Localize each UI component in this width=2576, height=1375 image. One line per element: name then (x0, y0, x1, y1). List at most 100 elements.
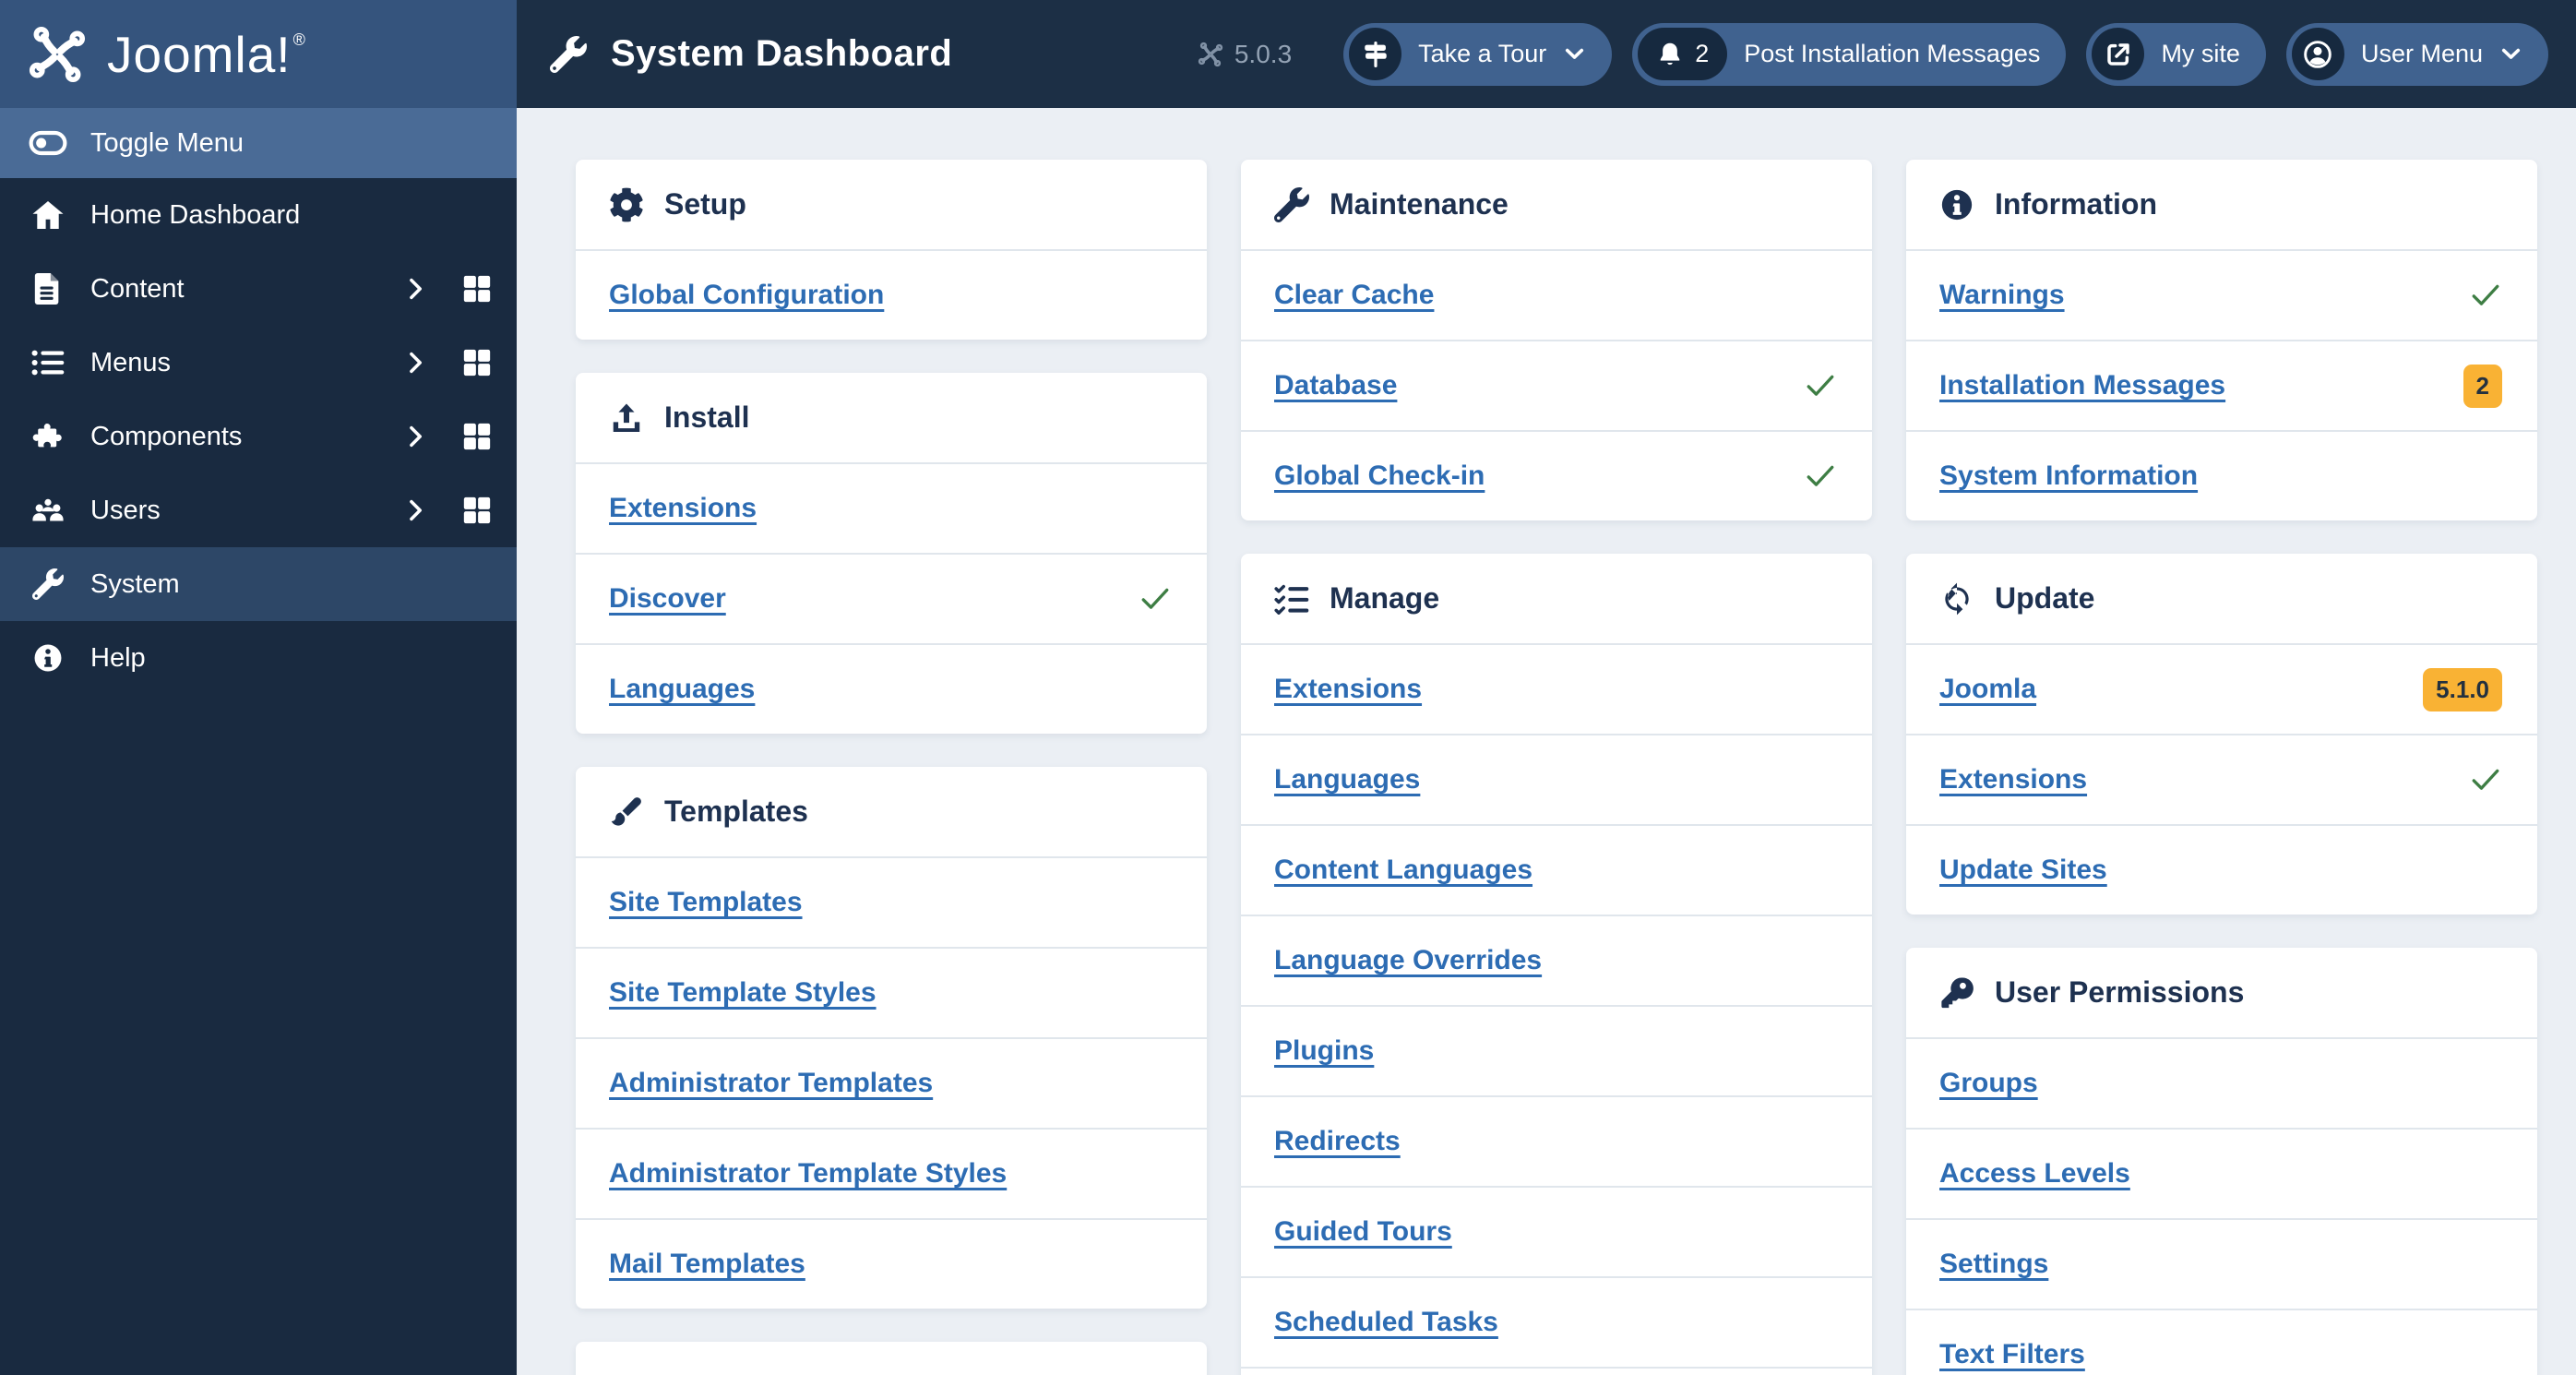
card-row: Guided Tours (1241, 1186, 1872, 1276)
link-clear-cache[interactable]: Clear Cache (1274, 280, 1434, 311)
wrench-icon (1274, 186, 1309, 222)
link-global-configuration[interactable]: Global Configuration (609, 280, 884, 311)
card-information: Information Warnings Installation Messages… (1906, 160, 2537, 520)
grid-icon[interactable] (461, 421, 493, 452)
sidebar-item-label: Components (90, 421, 243, 451)
card-row: Database (1241, 340, 1872, 430)
info-icon (1939, 187, 1974, 222)
link-access-levels[interactable]: Access Levels (1939, 1158, 2130, 1190)
sidebar-item-home-dashboard[interactable]: Home Dashboard (0, 178, 517, 252)
take-a-tour-button[interactable]: Take a Tour (1343, 22, 1613, 86)
user-menu-button[interactable]: User Menu (2285, 22, 2548, 86)
link-administrator-templates[interactable]: Administrator Templates (609, 1068, 933, 1099)
key-icon (1939, 975, 1974, 1010)
toggle-menu-button[interactable]: Toggle Menu (0, 108, 517, 178)
link-joomla[interactable]: Joomla (1939, 674, 2036, 705)
link-plugins[interactable]: Plugins (1274, 1035, 1374, 1067)
link-scheduled-tasks[interactable]: Scheduled Tasks (1274, 1307, 1498, 1338)
link-update-sites[interactable]: Update Sites (1939, 855, 2107, 886)
sidebar-item-help[interactable]: Help (0, 621, 517, 695)
post-installation-messages-button[interactable]: 2 Post Installation Messages (1632, 22, 2067, 86)
card-row: Extensions (576, 462, 1207, 553)
link-groups[interactable]: Groups (1939, 1068, 2038, 1099)
card-header: Install (576, 373, 1207, 462)
link-discover[interactable]: Discover (609, 583, 726, 615)
card-header: Templates (576, 767, 1207, 856)
link-extensions[interactable]: Extensions (1939, 764, 2087, 795)
card-row: Clear Cache (1241, 249, 1872, 340)
link-guided-tours[interactable]: Guided Tours (1274, 1216, 1452, 1248)
link-language-overrides[interactable]: Language Overrides (1274, 945, 1542, 976)
link-database[interactable]: Database (1274, 370, 1397, 401)
sync-icon (1939, 581, 1974, 616)
link-languages[interactable]: Languages (609, 674, 755, 705)
card-row: Groups (1906, 1037, 2537, 1128)
link-site-template-styles[interactable]: Site Template Styles (609, 977, 877, 1009)
card-title: Manage (1330, 581, 1440, 615)
link-settings[interactable]: Settings (1939, 1249, 2048, 1280)
grid-icon[interactable] (461, 273, 493, 305)
link-system-information[interactable]: System Information (1939, 460, 2198, 492)
card-row: Languages (1241, 734, 1872, 824)
check-icon (1804, 460, 1837, 493)
link-global-check-in[interactable]: Global Check-in (1274, 460, 1485, 492)
link-text-filters[interactable]: Text Filters (1939, 1339, 2085, 1370)
card-title: Update (1995, 581, 2095, 615)
sidebar-item-users[interactable]: Users (0, 473, 517, 547)
link-warnings[interactable]: Warnings (1939, 280, 2065, 311)
link-installation-messages[interactable]: Installation Messages (1939, 370, 2225, 401)
link-languages[interactable]: Languages (1274, 764, 1420, 795)
card-header: Setup (576, 160, 1207, 249)
gear-icon (609, 187, 644, 222)
card-setup: Setup Global Configuration (576, 160, 1207, 340)
chevron-right-icon (402, 350, 428, 376)
external-link-icon (2104, 40, 2133, 69)
user-circle-icon (2303, 40, 2332, 69)
card-row: Discover (576, 553, 1207, 643)
joomla-logo[interactable]: Joomla! ® (0, 0, 517, 108)
link-redirects[interactable]: Redirects (1274, 1126, 1401, 1157)
checklist-icon (1274, 581, 1309, 616)
my-site-button[interactable]: My site (2086, 22, 2266, 86)
card-title: Maintenance (1330, 187, 1509, 221)
sidebar-item-menus[interactable]: Menus (0, 326, 517, 400)
card-row: Administrator Template Styles (576, 1128, 1207, 1218)
page-title: System Dashboard (611, 33, 953, 74)
post-installation-messages-label: Post Installation Messages (1744, 40, 2041, 67)
sidebar-item-system[interactable]: System (0, 547, 517, 621)
card-row: Global Check-in (1241, 430, 1872, 520)
card-partial (576, 1342, 1207, 1375)
signpost-icon (1361, 40, 1390, 69)
link-extensions[interactable]: Extensions (1274, 674, 1422, 705)
card-title: User Permissions (1995, 975, 2245, 1009)
card-header: Maintenance (1241, 160, 1872, 249)
user-menu-icon-circle (2291, 28, 2344, 80)
card-header: User Permissions (1906, 948, 2537, 1037)
check-icon (1139, 582, 1172, 616)
sidebar-item-label: Content (90, 273, 185, 304)
joomla-version-icon (1198, 42, 1223, 67)
info-icon (28, 640, 68, 676)
joomla-version: 5.0.3 (1198, 40, 1292, 69)
sidebar-item-content[interactable]: Content (0, 252, 517, 326)
sidebar-item-components[interactable]: Components (0, 400, 517, 473)
my-site-icon-circle (2092, 28, 2145, 80)
grid-icon[interactable] (461, 495, 493, 526)
chevron-right-icon (402, 424, 428, 449)
link-extensions[interactable]: Extensions (609, 493, 757, 524)
upload-icon (609, 401, 644, 436)
users-icon (28, 493, 68, 528)
joomla-admin-app: Joomla! ® Toggle Menu Home Dashboard Conte… (0, 0, 2576, 1375)
card-row: System Information (1906, 430, 2537, 520)
brush-icon (609, 795, 644, 830)
link-content-languages[interactable]: Content Languages (1274, 855, 1532, 886)
link-site-templates[interactable]: Site Templates (609, 887, 803, 918)
link-mail-templates[interactable]: Mail Templates (609, 1249, 805, 1280)
badge: 2 (2463, 364, 2502, 408)
card-row: Plugins (1241, 1005, 1872, 1095)
joomla-logo-icon (28, 25, 87, 84)
grid-icon[interactable] (461, 347, 493, 378)
link-administrator-template-styles[interactable]: Administrator Template Styles (609, 1158, 1007, 1190)
card-row: Extensions (1241, 643, 1872, 734)
dashboard-column-2: Maintenance Clear Cache Database Global Che… (1241, 160, 1872, 1375)
